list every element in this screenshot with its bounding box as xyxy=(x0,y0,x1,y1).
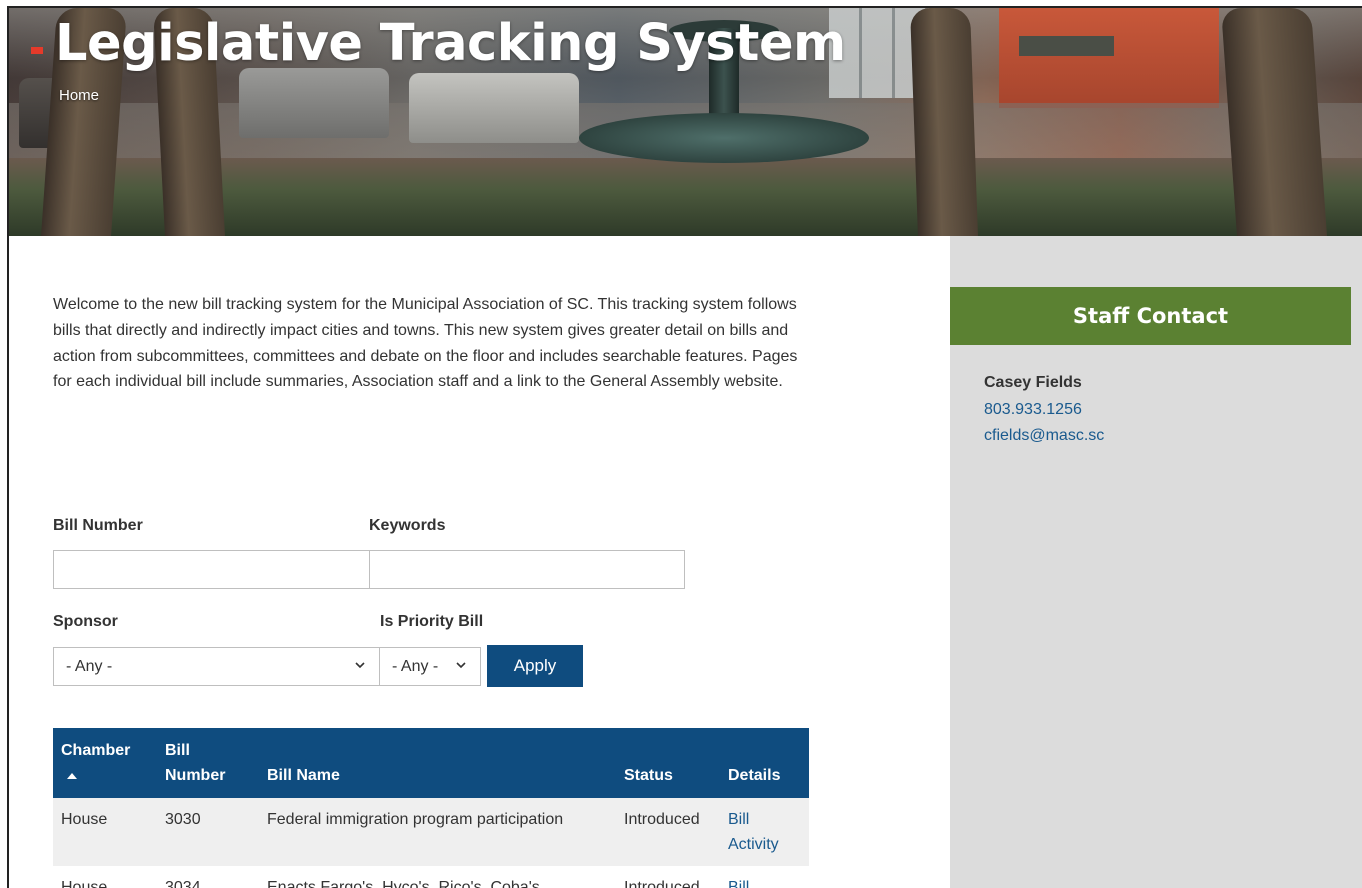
cell-bill-number: 3030 xyxy=(157,798,259,866)
bill-activity-link[interactable]: Bill Activity xyxy=(728,811,779,853)
cell-status: Introduced xyxy=(624,879,700,888)
hero-car xyxy=(239,68,389,138)
bill-activity-link[interactable]: Bill xyxy=(728,879,749,888)
staff-email-link[interactable]: cfields@masc.sc xyxy=(984,423,1104,450)
column-header-bill-number[interactable]: Bill Number xyxy=(157,728,259,798)
title-accent-mark xyxy=(31,47,43,54)
cell-status: Introduced xyxy=(616,798,720,866)
column-header-chamber[interactable]: Chamber xyxy=(53,728,157,798)
bill-number-input[interactable] xyxy=(53,550,370,589)
cell-details: Bill Activity xyxy=(720,798,809,866)
column-header-details: Details xyxy=(720,728,809,798)
hero-palm-trunk xyxy=(1221,8,1327,236)
keywords-label: Keywords xyxy=(369,517,446,534)
sponsor-select-value: - Any - xyxy=(66,657,113,675)
table-row: House 3034 Enacts Fargo's, Hyco's, Rico'… xyxy=(53,866,809,888)
hero-palm-trunk xyxy=(910,8,978,236)
hero-banner: Legislative Tracking System Home xyxy=(9,8,1362,236)
sponsor-label: Sponsor xyxy=(53,613,118,630)
cell-details: Bill xyxy=(720,866,809,888)
staff-name: Casey Fields xyxy=(984,374,1082,391)
table-header-row: Chamber Bill Number Bill Name Status Deta… xyxy=(53,728,809,798)
cell-chamber: House xyxy=(61,879,108,888)
cell-bill-name: Federal immigration program participatio… xyxy=(259,798,616,866)
breadcrumb: Home xyxy=(59,87,99,104)
hero-fountain-bowl xyxy=(579,113,869,163)
intro-paragraph: Welcome to the new bill tracking system … xyxy=(53,296,798,391)
hero-car xyxy=(409,73,579,143)
sidebar: Staff Contact Casey Fields 803.933.1256 … xyxy=(950,236,1362,888)
hero-building xyxy=(999,8,1219,108)
cell-bill-name: Enacts Fargo's, Hyco's, Rico's, Coba's xyxy=(267,879,540,888)
staff-contact-heading: Staff Contact xyxy=(950,287,1351,345)
chevron-down-icon xyxy=(456,662,466,669)
column-header-bill-number-line2: Number xyxy=(165,767,226,784)
breadcrumb-home-link[interactable]: Home xyxy=(59,87,99,104)
table-row: House 3030 Federal immigration program p… xyxy=(53,798,809,866)
staff-contact-info: Casey Fields 803.933.1256 cfields@masc.s… xyxy=(984,370,1104,450)
bills-table: Chamber Bill Number Bill Name Status Deta… xyxy=(53,728,809,888)
cell-chamber: House xyxy=(53,798,157,866)
sort-ascending-icon xyxy=(67,772,77,779)
page: Legislative Tracking System Home Welcome… xyxy=(7,6,1362,888)
page-title: Legislative Tracking System xyxy=(31,14,846,73)
keywords-input[interactable] xyxy=(369,550,685,589)
chevron-down-icon xyxy=(355,662,365,669)
priority-label: Is Priority Bill xyxy=(380,613,484,630)
column-header-status[interactable]: Status xyxy=(616,728,720,798)
priority-select-value: - Any - xyxy=(392,657,439,675)
sponsor-select[interactable]: - Any - xyxy=(53,647,380,686)
priority-select[interactable]: - Any - xyxy=(379,647,481,686)
column-header-chamber-label: Chamber xyxy=(61,742,131,759)
column-header-bill-number-line1: Bill xyxy=(165,742,190,759)
bill-number-label: Bill Number xyxy=(53,517,143,534)
staff-phone-link[interactable]: 803.933.1256 xyxy=(984,397,1104,424)
cell-bill-number: 3034 xyxy=(165,879,201,888)
apply-button[interactable]: Apply xyxy=(487,645,583,687)
column-header-bill-name[interactable]: Bill Name xyxy=(259,728,616,798)
page-title-text: Legislative Tracking System xyxy=(55,14,846,73)
hero-awning xyxy=(1019,36,1114,56)
